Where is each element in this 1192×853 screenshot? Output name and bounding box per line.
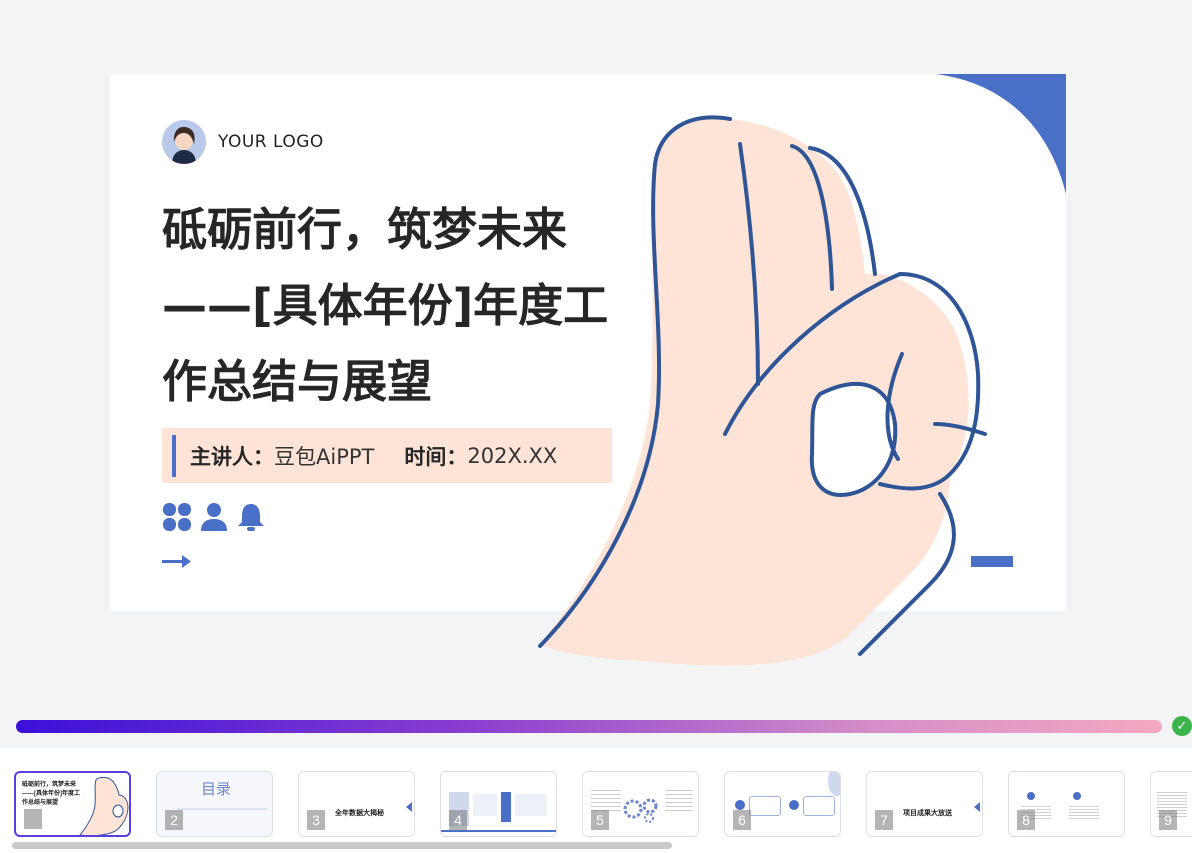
thumbnail-4[interactable]: 4 (440, 771, 557, 837)
thumbnail-8[interactable]: 8 (1008, 771, 1125, 837)
thumb-8-number: 8 (1017, 810, 1035, 830)
logo-text: YOUR LOGO (218, 132, 324, 152)
thumb-2-number: 2 (165, 810, 183, 830)
thumbnail-2[interactable]: 目录 2 (156, 771, 273, 837)
thumbnail-9[interactable]: 9 (1150, 771, 1192, 837)
thumb-7-title: 项目成果大放送 (903, 810, 952, 817)
thumbnail-1[interactable]: 砥砺前行，筑梦未来 ——[具体年份]年度工作总结与展望 (14, 771, 131, 837)
avatar (162, 120, 206, 164)
bell-icon (238, 504, 264, 531)
progress-bar (16, 720, 1162, 733)
user-icon (201, 503, 227, 531)
slide-title: 砥砺前行，筑梦未来 ——[具体年份]年度工 作总结与展望 (162, 192, 652, 420)
title-line-1: 砥砺前行，筑梦未来 (162, 203, 568, 256)
thumbnail-scrollbar[interactable] (12, 842, 672, 849)
thumb-1-hand (79, 776, 129, 835)
decorative-icons (162, 502, 266, 532)
time-value: 202X.XX (467, 443, 558, 468)
accent-dash (971, 556, 1013, 567)
clover-icon (163, 503, 191, 531)
info-accent-bar (172, 434, 176, 477)
thumbnail-3[interactable]: 全年数据大揭秘 3 (298, 771, 415, 837)
check-icon: ✓ (1172, 716, 1192, 736)
title-line-2: ——[具体年份]年度工 (162, 279, 609, 332)
presenter-info-bar: 主讲人： 豆包AiPPT 时间： 202X.XX (162, 428, 612, 483)
thumb-7-number: 7 (875, 810, 893, 830)
thumb-1-title: 砥砺前行，筑梦未来 ——[具体年份]年度工作总结与展望 (22, 782, 80, 806)
time-label: 时间： (404, 444, 468, 469)
presenter-label: 主讲人： (190, 444, 274, 469)
avatar-icon (162, 120, 206, 164)
thumb-1-number (24, 809, 42, 829)
arrow-right-icon (162, 555, 191, 568)
title-line-3: 作总结与展望 (162, 355, 433, 408)
thumb-6-number: 6 (733, 810, 751, 830)
thumbnail-5[interactable]: 5 (582, 771, 699, 837)
logo: YOUR LOGO (162, 120, 324, 164)
thumbnail-7[interactable]: 项目成果大放送 7 (866, 771, 983, 837)
thumb-3-title: 全年数据大揭秘 (335, 810, 384, 817)
slide-canvas: YOUR LOGO 砥砺前行，筑梦未来 ——[具体年份]年度工 作总结与展望 主… (110, 74, 1066, 666)
thumb-9-number: 9 (1159, 810, 1177, 830)
thumb-4-number: 4 (449, 810, 467, 830)
thumb-2-title: 目录 (201, 781, 232, 798)
thumb-5-number: 5 (591, 810, 609, 830)
thumb-3-number: 3 (307, 810, 325, 830)
presenter-name: 豆包AiPPT (274, 444, 375, 469)
gears-icon (623, 798, 658, 823)
thumbnail-6[interactable]: 6 (724, 771, 841, 837)
